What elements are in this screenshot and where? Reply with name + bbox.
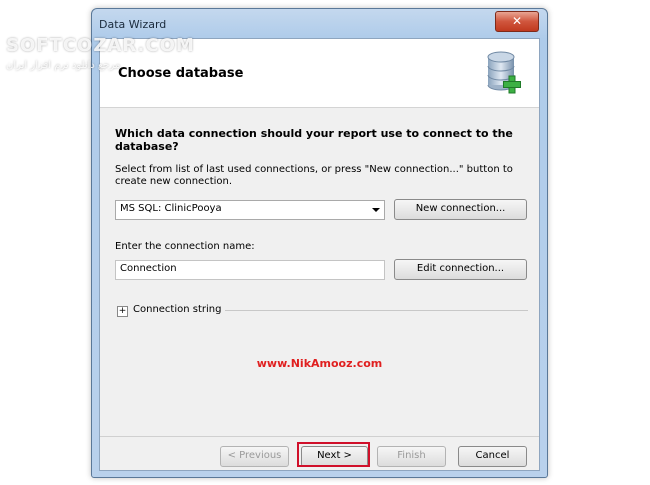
dialog-body: Choose database Which data connection sh… bbox=[99, 38, 540, 471]
new-connection-button[interactable]: New connection... bbox=[394, 199, 527, 220]
next-button-highlight bbox=[297, 442, 370, 467]
data-wizard-window: Data Wizard ✕ Choose database Which data… bbox=[91, 8, 548, 478]
chevron-down-icon[interactable] bbox=[372, 208, 380, 212]
connection-name-value: Connection bbox=[120, 263, 177, 274]
cancel-button[interactable]: Cancel bbox=[458, 446, 527, 467]
question-text: Which data connection should your report… bbox=[115, 127, 513, 153]
footer-divider bbox=[100, 436, 539, 437]
plus-icon[interactable]: + bbox=[117, 306, 128, 317]
connection-string-label[interactable]: Connection string bbox=[133, 304, 221, 315]
brand-overlay: SOFTCOZAR.COM bbox=[6, 35, 195, 56]
description-text: Select from list of last used connection… bbox=[115, 164, 513, 187]
connection-select-value: MS SQL: ClinicPooya bbox=[120, 203, 222, 214]
connection-name-label: Enter the connection name: bbox=[115, 241, 255, 252]
previous-button[interactable]: < Previous bbox=[220, 446, 289, 467]
edit-connection-button[interactable]: Edit connection... bbox=[394, 259, 527, 280]
page-title: Choose database bbox=[118, 66, 244, 81]
connection-name-input[interactable]: Connection bbox=[115, 260, 385, 280]
brand-overlay-subtitle: مرجع دانلود نرم افزار ایران bbox=[6, 60, 121, 71]
section-divider bbox=[225, 310, 528, 311]
connection-select[interactable]: MS SQL: ClinicPooya bbox=[115, 200, 385, 220]
window-title: Data Wizard bbox=[99, 18, 167, 31]
watermark-text: www.NikAmooz.com bbox=[256, 357, 383, 370]
close-button[interactable]: ✕ bbox=[495, 11, 539, 32]
database-add-icon bbox=[487, 51, 521, 94]
finish-button[interactable]: Finish bbox=[377, 446, 446, 467]
